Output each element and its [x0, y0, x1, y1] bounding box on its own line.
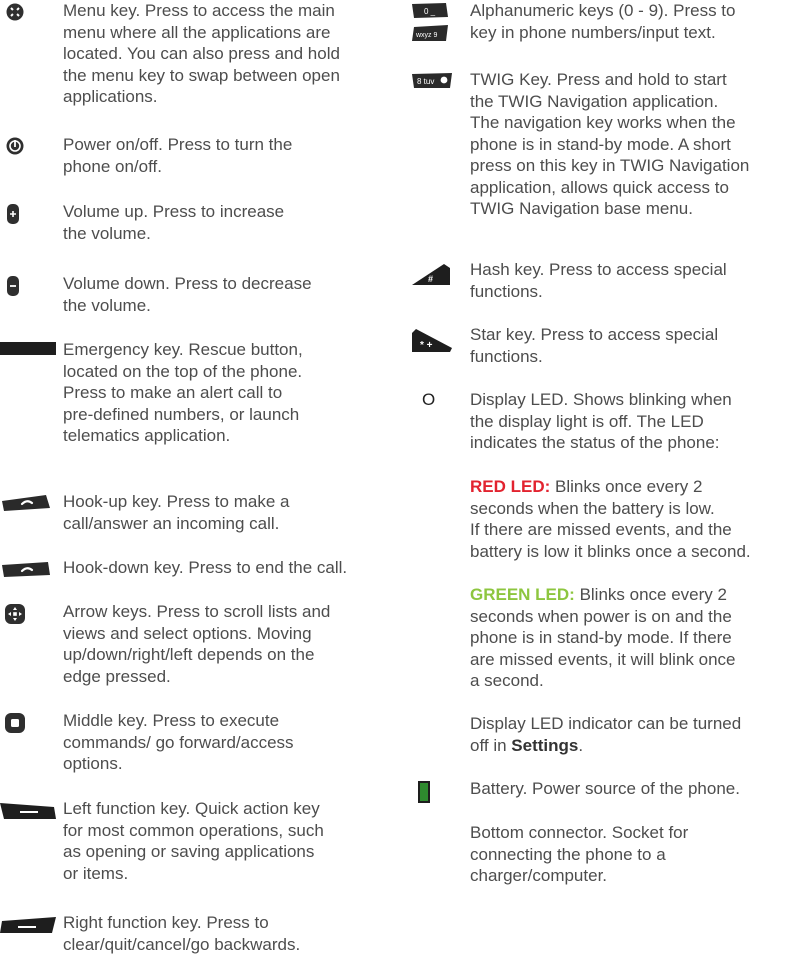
hash-key-icon: # — [412, 264, 450, 285]
middle-key-text: Middle key. Press to execute commands/ g… — [63, 711, 294, 773]
star-key-text: Star key. Press to access special functi… — [470, 325, 719, 366]
arrow-keys-icon — [5, 604, 25, 624]
battery-icon — [418, 781, 430, 803]
bottom-connector-text: Bottom connector. Socket for connecting … — [470, 823, 689, 885]
emergency-key-icon — [0, 342, 56, 355]
hook-down-key-icon — [2, 562, 50, 577]
display-led-icon: O — [422, 390, 436, 409]
svg-text:8 tuv: 8 tuv — [417, 77, 434, 86]
arrow-keys-text: Arrow keys. Press to scroll lists and vi… — [63, 602, 331, 686]
twig-key-text: TWIG Key. Press and hold to start the TW… — [470, 70, 750, 218]
svg-text:* +: * + — [420, 340, 433, 351]
settings-link-text: Settings — [511, 735, 579, 755]
right-function-key-text: Right function key. Press to clear/quit/… — [63, 913, 301, 954]
svg-text:0 _: 0 _ — [424, 7, 436, 16]
svg-text:wxyz 9: wxyz 9 — [415, 32, 438, 39]
led-settings-note: Display LED indicator can be turned off … — [470, 714, 742, 755]
menu-key-icon — [6, 3, 24, 21]
hook-down-key-text: Hook-down key. Press to end the call. — [63, 558, 348, 577]
red-led-label: RED LED: — [470, 477, 551, 496]
volume-up-icon — [7, 204, 19, 224]
display-led-text: Display LED. Shows blinking when the dis… — [470, 390, 732, 452]
volume-down-text: Volume down. Press to decrease the volum… — [63, 274, 312, 315]
star-key-icon: * + — [412, 329, 452, 352]
right-function-key-icon — [0, 917, 56, 933]
hook-up-key-icon — [2, 495, 50, 511]
hook-up-key-text: Hook-up key. Press to make a call/answer… — [63, 492, 290, 533]
hash-key-text: Hash key. Press to access special functi… — [470, 260, 727, 301]
power-icon — [6, 137, 24, 155]
battery-text: Battery. Power source of the phone. — [470, 779, 740, 798]
svg-text:#: # — [428, 274, 433, 284]
green-led-label: GREEN LED: — [470, 585, 575, 604]
twig-key-icon: 8 tuv — [412, 73, 452, 88]
emergency-key-text: Emergency key. Rescue button, located on… — [63, 340, 303, 445]
red-led-paragraph: RED LED: Blinks once every 2 seconds whe… — [470, 476, 799, 562]
volume-down-icon — [7, 276, 19, 296]
alphanumeric-keys-icon: 0 _ wxyz 9 — [412, 3, 448, 41]
menu-key-text: Menu key. Press to access the main menu … — [63, 1, 340, 106]
left-function-key-icon — [0, 803, 56, 819]
middle-key-icon — [5, 713, 25, 733]
alphanumeric-keys-text: Alphanumeric keys (0 - 9). Press to key … — [470, 1, 736, 42]
volume-up-text: Volume up. Press to increase the volume. — [63, 202, 285, 243]
power-text: Power on/off. Press to turn the phone on… — [63, 135, 293, 176]
green-led-paragraph: GREEN LED: Blinks once every 2 seconds w… — [470, 584, 799, 692]
left-function-key-text: Left function key. Quick action key for … — [63, 799, 324, 883]
